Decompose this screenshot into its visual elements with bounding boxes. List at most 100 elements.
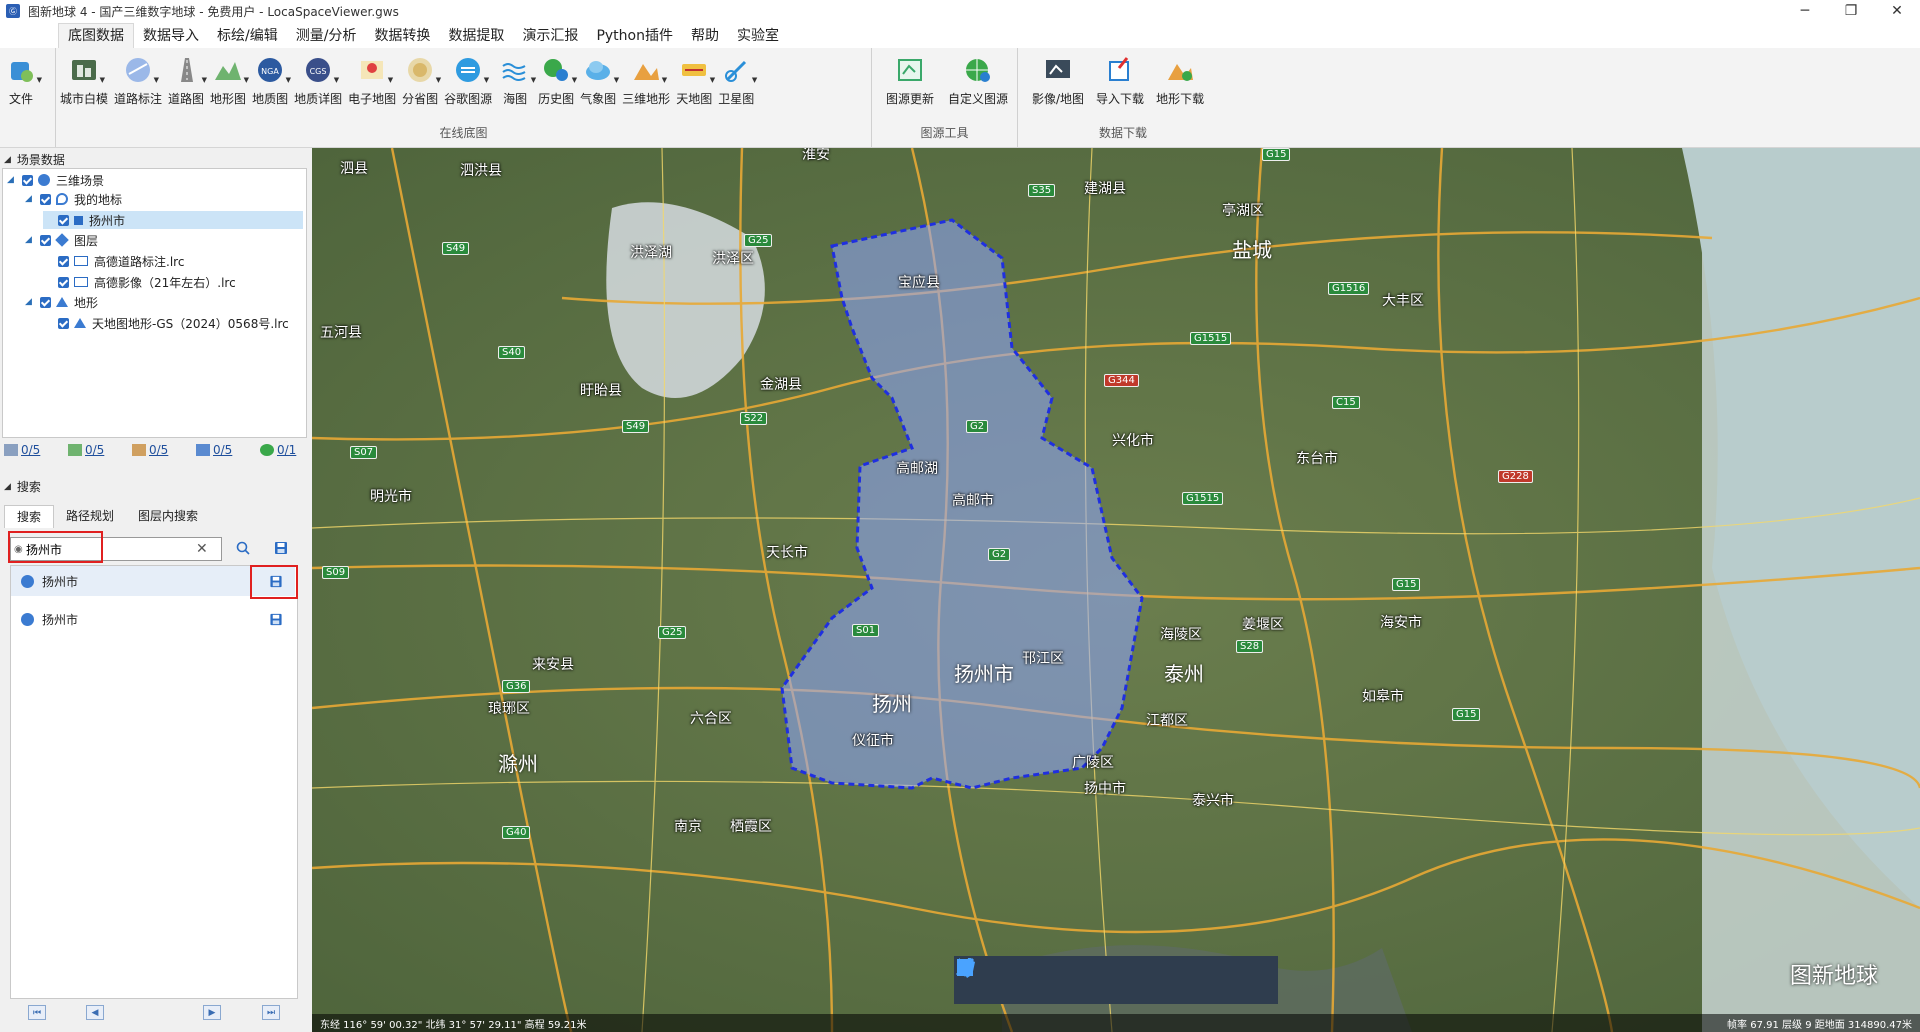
chart-analysis-icon[interactable] xyxy=(957,960,1254,993)
map-label: 扬州 xyxy=(872,692,912,716)
maximize-button[interactable]: ❐ xyxy=(1828,0,1874,22)
map-label: 滁州 xyxy=(498,752,538,776)
road-label-icon xyxy=(126,58,151,82)
search-header[interactable]: ◢ 搜索 xyxy=(4,478,41,495)
expand-icon[interactable]: ◢ xyxy=(25,235,37,245)
checkbox[interactable] xyxy=(58,276,69,288)
result-item[interactable]: 扬州市 xyxy=(11,604,295,634)
tab-route[interactable]: 路径规划 xyxy=(54,505,126,527)
menu-convert[interactable]: 数据转换 xyxy=(365,24,439,48)
scene-data-header[interactable]: ◢ 场景数据 xyxy=(4,151,65,168)
road-shield: G25 xyxy=(658,626,687,639)
road-shield: S22 xyxy=(740,412,768,425)
map-label: 扬州市 xyxy=(954,662,1014,686)
checkbox[interactable] xyxy=(40,296,51,308)
save-result-icon[interactable] xyxy=(269,613,283,626)
checkbox[interactable] xyxy=(58,317,69,329)
tab-layer-search[interactable]: 图层内搜索 xyxy=(126,505,210,527)
tree-node-road-label-layer[interactable]: 高德道路标注.lrc xyxy=(43,252,184,270)
prev-page-button[interactable]: ◀ xyxy=(86,1005,104,1020)
road-shield: G40 xyxy=(502,826,531,839)
map-label: 宝应县 xyxy=(898,275,940,291)
search-icon[interactable] xyxy=(236,541,250,555)
map-label: 栖霞区 xyxy=(730,819,772,835)
point-stat-icon xyxy=(4,444,18,456)
first-page-button[interactable]: ⏮ xyxy=(28,1005,46,1020)
tree-node-image-layer[interactable]: 高德影像（21年左右）.lrc xyxy=(43,273,236,291)
road-shield: G1516 xyxy=(1328,282,1370,295)
tree-node-3d-scene[interactable]: ◢ 三维场景 xyxy=(7,171,104,189)
search-results: 扬州市 扬州市 xyxy=(10,565,298,999)
checkbox[interactable] xyxy=(40,234,51,246)
monitor-icon xyxy=(74,277,88,287)
collapse-icon: ◢ xyxy=(4,481,11,492)
hand-pan-icon[interactable] xyxy=(958,958,1004,993)
menu-extract[interactable]: 数据提取 xyxy=(439,24,513,48)
window-title: 图新地球 4 - 国产三维数字地球 - 免费用户 - LocaSpaceView… xyxy=(28,4,399,19)
expand-icon[interactable]: ◢ xyxy=(7,175,19,185)
map-label: 来安县 xyxy=(532,657,574,673)
tree-node-yangzhou[interactable]: 扬州市 xyxy=(43,211,303,229)
tab-search[interactable]: 搜索 xyxy=(4,505,55,528)
city-model-icon xyxy=(72,60,96,80)
map-view[interactable]: 泗县 泗洪县 淮安 洪泽湖 洪泽区 盱眙县 金湖县 宝应县 建湖县 亭湖区 盐城… xyxy=(312,148,1920,1032)
map-label: 高邮湖 xyxy=(896,461,938,477)
map-canvas[interactable] xyxy=(312,148,1920,1032)
menu-lab[interactable]: 实验室 xyxy=(728,24,788,48)
stat-point[interactable]: 0/5 xyxy=(4,443,68,457)
map-label: 泗县 xyxy=(340,161,368,177)
close-button[interactable]: ✕ xyxy=(1874,0,1920,22)
menu-help[interactable]: 帮助 xyxy=(682,24,728,48)
3d-terrain-icon xyxy=(634,64,660,80)
menu-plot[interactable]: 标绘/编辑 xyxy=(208,24,287,48)
file-button[interactable]: ▼ 文件 xyxy=(4,54,42,147)
next-page-button[interactable]: ▶ xyxy=(203,1005,221,1020)
custom-source-icon xyxy=(966,59,991,82)
menu-import[interactable]: 数据导入 xyxy=(134,24,208,48)
map-label: 扬中市 xyxy=(1084,781,1126,797)
minimize-button[interactable]: ─ xyxy=(1782,0,1828,22)
tree-node-terrain[interactable]: ◢ 地形 xyxy=(25,293,98,311)
menu-measure[interactable]: 测量/分析 xyxy=(287,24,366,48)
globe-icon xyxy=(21,612,34,626)
expand-icon[interactable]: ◢ xyxy=(25,297,37,307)
search-tabs: 搜索 路径规划 图层内搜索 xyxy=(4,505,210,528)
sea-chart-icon xyxy=(502,63,526,81)
stat-building[interactable]: 0/5 xyxy=(132,443,196,457)
terrain-icon xyxy=(74,318,86,328)
scene-tree: ◢ 三维场景 ◢ 我的地标 扬州市 ◢ 图层 高德道路标注.lrc 高德影像（2… xyxy=(2,168,307,438)
clear-icon[interactable]: ✕ xyxy=(196,541,208,557)
road-shield: G25 xyxy=(744,234,773,247)
road-shield: G228 xyxy=(1498,470,1533,483)
file-group: ▼ 文件 xyxy=(0,48,56,147)
window-controls: ─ ❐ ✕ xyxy=(1782,0,1920,22)
map-label: 金湖县 xyxy=(760,377,802,393)
checkbox[interactable] xyxy=(40,193,51,205)
place-marker-icon[interactable] xyxy=(959,961,1104,993)
svg-text:NGA: NGA xyxy=(261,67,279,76)
checkbox[interactable] xyxy=(58,214,69,226)
menu-present[interactable]: 演示汇报 xyxy=(513,24,587,48)
map-label: 海安市 xyxy=(1380,615,1422,631)
map-label: 亭湖区 xyxy=(1222,203,1264,219)
draw-rectangle-icon[interactable] xyxy=(957,959,1204,993)
satellite-icon xyxy=(725,60,747,82)
tree-node-my-landmarks[interactable]: ◢ 我的地标 xyxy=(25,190,122,208)
checkbox[interactable] xyxy=(22,174,33,186)
building-stat-icon xyxy=(132,444,146,456)
download-group-name: 数据下载 xyxy=(1098,126,1147,140)
stat-terrain[interactable]: 0/5 xyxy=(68,443,132,457)
expand-icon[interactable]: ◢ xyxy=(25,194,37,204)
save-icon[interactable] xyxy=(274,541,288,555)
menu-basemap[interactable]: 底图数据 xyxy=(58,23,134,48)
checkbox[interactable] xyxy=(58,255,69,267)
tree-node-tianditu-terrain[interactable]: 天地图地形-GS（2024）0568号.lrc xyxy=(43,314,289,332)
menu-python[interactable]: Python插件 xyxy=(587,24,682,48)
pointer-icon[interactable] xyxy=(959,958,1054,993)
road-shield: S35 xyxy=(1028,184,1056,197)
tree-node-layers[interactable]: ◢ 图层 xyxy=(25,231,98,249)
last-page-button[interactable]: ⏭ xyxy=(262,1005,280,1020)
draw-line-icon[interactable] xyxy=(955,957,1154,993)
image-download-icon xyxy=(1046,60,1071,78)
stat-model[interactable]: 0/5 xyxy=(196,443,260,457)
